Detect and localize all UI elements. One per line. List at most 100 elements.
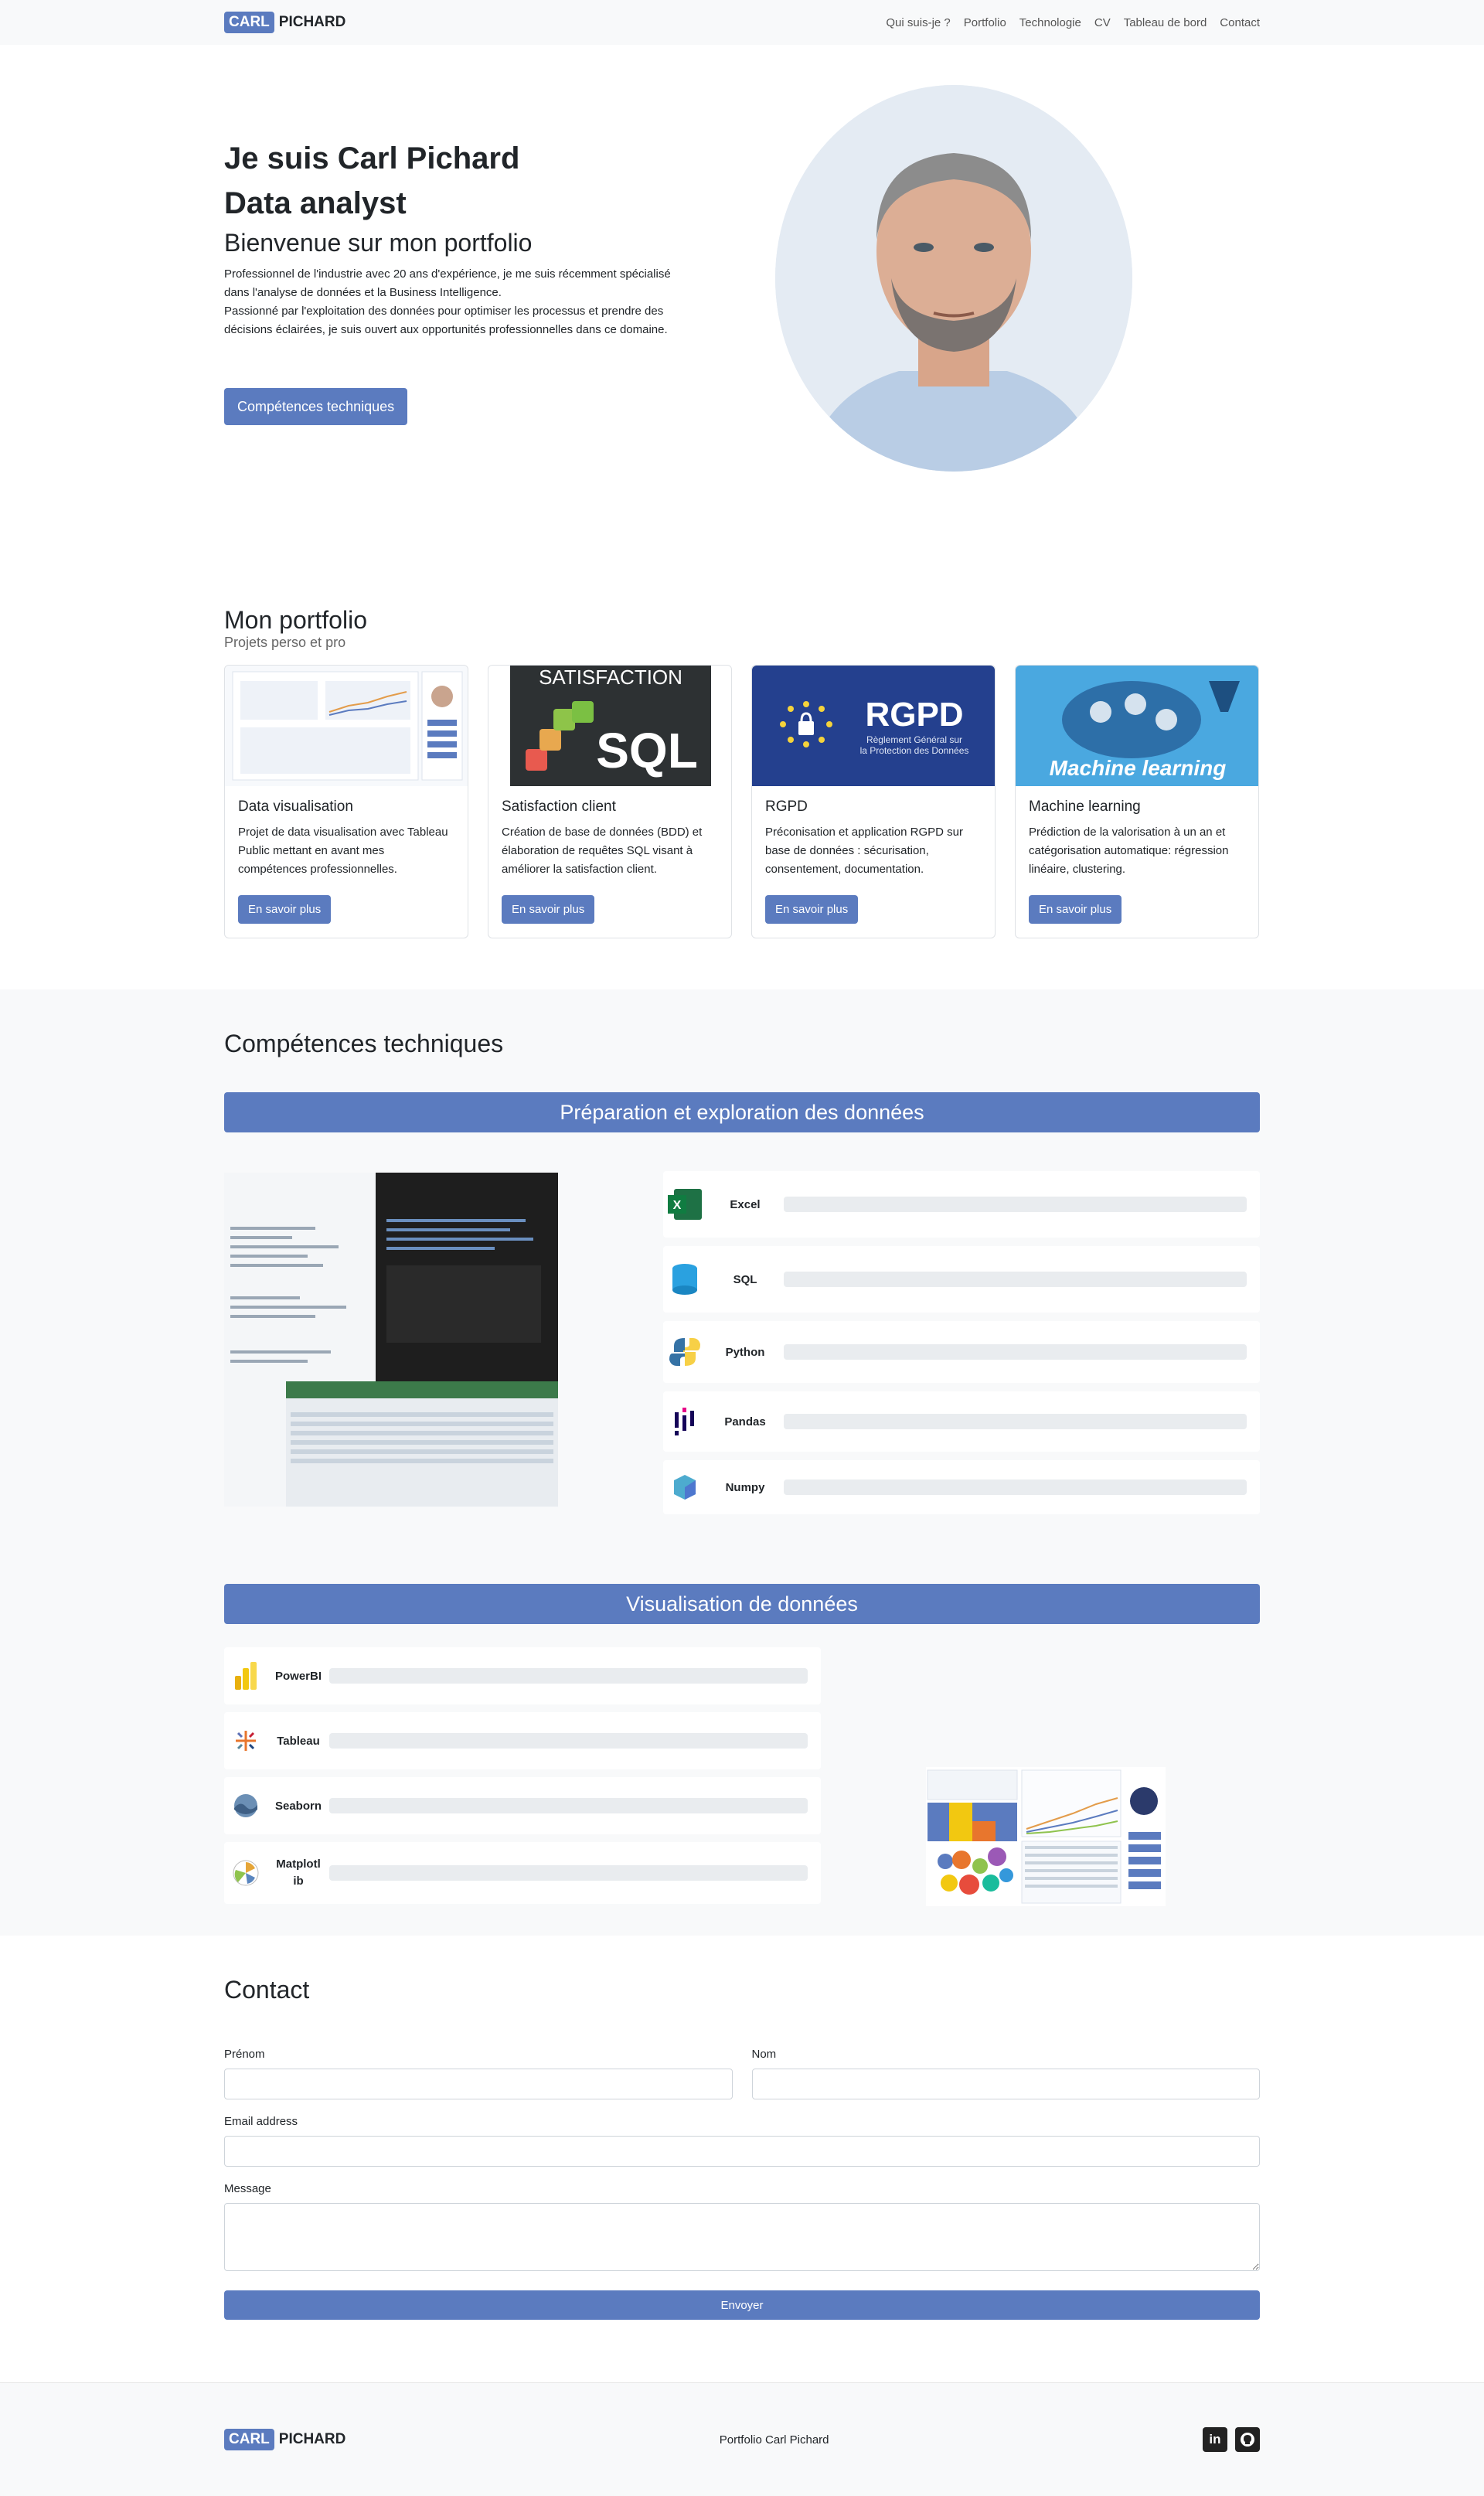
card-text: Création de base de données (BDD) et éla…	[502, 826, 703, 876]
skill-row-numpy: Numpy	[663, 1460, 1260, 1514]
dataviz-thumbnail	[225, 666, 468, 786]
footer-brand-logo[interactable]: CARL PICHARD	[224, 2429, 345, 2450]
nav-link-technology[interactable]: Technologie	[1019, 16, 1081, 29]
ml-word: Machine learning	[1050, 756, 1227, 780]
learn-more-button[interactable]: En savoir plus	[765, 895, 859, 924]
social-links: in	[1202, 2427, 1260, 2452]
brand-box: CARL	[224, 2429, 274, 2450]
skill-bar	[784, 1272, 1247, 1287]
field-lastname: Nom	[751, 2048, 1260, 2099]
firstname-input[interactable]	[224, 2069, 733, 2099]
message-textarea[interactable]	[224, 2203, 1260, 2271]
rgpd-sub-line1: Règlement Général sur	[866, 734, 962, 745]
linkedin-text: in	[1209, 2432, 1221, 2447]
hero-desc-line: Professionnel de l'industrie avec 20 ans…	[224, 267, 671, 281]
dashboard-thumbnail	[926, 1767, 1166, 1906]
tableau-icon	[224, 1728, 267, 1754]
hero-title-role: Data analyst	[224, 186, 407, 220]
skill-row-pandas: Pandas	[663, 1391, 1260, 1452]
pandas-icon	[663, 1406, 706, 1437]
contact-title: Contact	[224, 1976, 310, 2004]
nav-link-cv[interactable]: CV	[1094, 16, 1111, 29]
linkedin-icon[interactable]: in	[1202, 2427, 1227, 2452]
skill-bar	[329, 1865, 808, 1881]
skill-bar	[784, 1480, 1247, 1495]
satisfaction-thumbnail: SATISFACTION SQL	[488, 666, 731, 786]
excel-icon: X	[663, 1187, 706, 1221]
hero-desc-line: Passionné par l'exploitation des données…	[224, 305, 664, 318]
card-title: Data visualisation	[238, 799, 353, 815]
seaborn-icon	[224, 1793, 267, 1819]
profile-photo	[775, 85, 1132, 472]
lastname-label: Nom	[751, 2048, 777, 2061]
skill-row-matplotlib: Matplotlib	[224, 1842, 821, 1904]
nav-links: Qui suis-je ? Portfolio Technologie CV T…	[886, 16, 1260, 29]
rgpd-word: RGPD	[865, 696, 963, 734]
send-button[interactable]: Envoyer	[224, 2290, 1260, 2320]
skill-name: PowerBI	[274, 1669, 322, 1683]
nav-link-about[interactable]: Qui suis-je ?	[886, 16, 950, 29]
rgpd-thumbnail: RGPD Règlement Général sur la Protection…	[752, 666, 995, 786]
skill-bar	[329, 1733, 808, 1749]
card-text: Préconisation et application RGPD sur ba…	[765, 826, 963, 876]
portfolio-subtitle: Projets perso et pro	[224, 635, 346, 650]
powerbi-icon	[224, 1660, 267, 1691]
portfolio-title: Mon portfolio	[224, 606, 367, 634]
brand-logo[interactable]: CARL PICHARD	[224, 12, 345, 33]
prep-block: X Excel SQL Python Pandas Numpy	[224, 1132, 1260, 1584]
nav-link-contact[interactable]: Contact	[1220, 16, 1260, 29]
nav-link-portfolio[interactable]: Portfolio	[964, 16, 1006, 29]
numpy-icon	[663, 1473, 706, 1501]
github-icon[interactable]	[1234, 2427, 1260, 2452]
learn-more-button[interactable]: En savoir plus	[238, 895, 332, 924]
message-label: Message	[224, 2182, 271, 2195]
matplotlib-icon	[224, 1859, 267, 1887]
portfolio-card-rgpd: RGPD Règlement Général sur la Protection…	[751, 665, 996, 938]
contact-form: Prénom Nom Email address Message Envoyer	[224, 2048, 1260, 2320]
nav-link-dashboard[interactable]: Tableau de bord	[1124, 16, 1207, 29]
card-text: Prédiction de la valorisation à un an et…	[1029, 826, 1229, 876]
skill-row-seaborn: Seaborn	[224, 1777, 821, 1834]
hero-title-name: Je suis Carl Pichard	[224, 141, 520, 175]
field-email: Email address	[224, 2115, 1260, 2167]
portfolio-section: Mon portfolio Projets perso et pro Data …	[0, 532, 1484, 989]
field-message: Message	[224, 2182, 1260, 2275]
ml-thumbnail: Machine learning	[1016, 666, 1258, 786]
lastname-input[interactable]	[751, 2069, 1260, 2099]
footer: CARL PICHARD Portfolio Carl Pichard in	[0, 2382, 1484, 2496]
skill-row-tableau: Tableau	[224, 1712, 821, 1769]
skill-bar	[784, 1414, 1247, 1429]
skill-row-excel: X Excel	[663, 1171, 1260, 1238]
skill-bar	[329, 1668, 808, 1684]
card-title: RGPD	[765, 799, 808, 815]
rgpd-sub-line2: la Protection des Données	[860, 745, 969, 756]
email-input[interactable]	[224, 2136, 1260, 2167]
sql-word: SQL	[596, 723, 698, 778]
hero-text: Je suis Carl Pichard Data analyst Bienve…	[224, 136, 765, 339]
satisfaction-word: SATISFACTION	[539, 666, 682, 689]
skill-name: Python	[725, 1345, 765, 1359]
skill-row-python: Python	[663, 1321, 1260, 1383]
learn-more-button[interactable]: En savoir plus	[502, 895, 595, 924]
portfolio-card-satisfaction: SATISFACTION SQL Satisfaction client Cré…	[488, 665, 732, 938]
card-text: Projet de data visualisation avec Tablea…	[238, 826, 448, 876]
field-firstname: Prénom	[224, 2048, 733, 2099]
skill-name: Excel	[730, 1197, 761, 1211]
skill-name: Pandas	[724, 1415, 766, 1428]
hero-description: Professionnel de l'industrie avec 20 ans…	[224, 265, 765, 339]
card-title: Satisfaction client	[502, 799, 616, 815]
hero-desc-line: dans l'analyse de données et la Business…	[224, 286, 502, 299]
skill-row-powerbi: PowerBI	[224, 1647, 821, 1704]
viz-skill-list: PowerBI Tableau Seaborn Matplotlib	[224, 1647, 821, 1912]
skills-section: Compétences techniques Préparation et ex…	[0, 989, 1484, 1936]
svg-text:X: X	[673, 1199, 682, 1212]
band-data-preparation: Préparation et exploration des données	[224, 1092, 1260, 1132]
skill-bar	[784, 1197, 1247, 1212]
skill-name: Matplotlib	[276, 1858, 321, 1888]
skills-title: Compétences techniques	[224, 1030, 504, 1057]
skills-button[interactable]: Compétences techniques	[224, 388, 408, 425]
brand-text: PICHARD	[278, 14, 346, 30]
hero-desc-line: décisions éclairées, je suis ouvert aux …	[224, 323, 668, 336]
learn-more-button[interactable]: En savoir plus	[1029, 895, 1122, 924]
database-icon	[663, 1262, 706, 1296]
